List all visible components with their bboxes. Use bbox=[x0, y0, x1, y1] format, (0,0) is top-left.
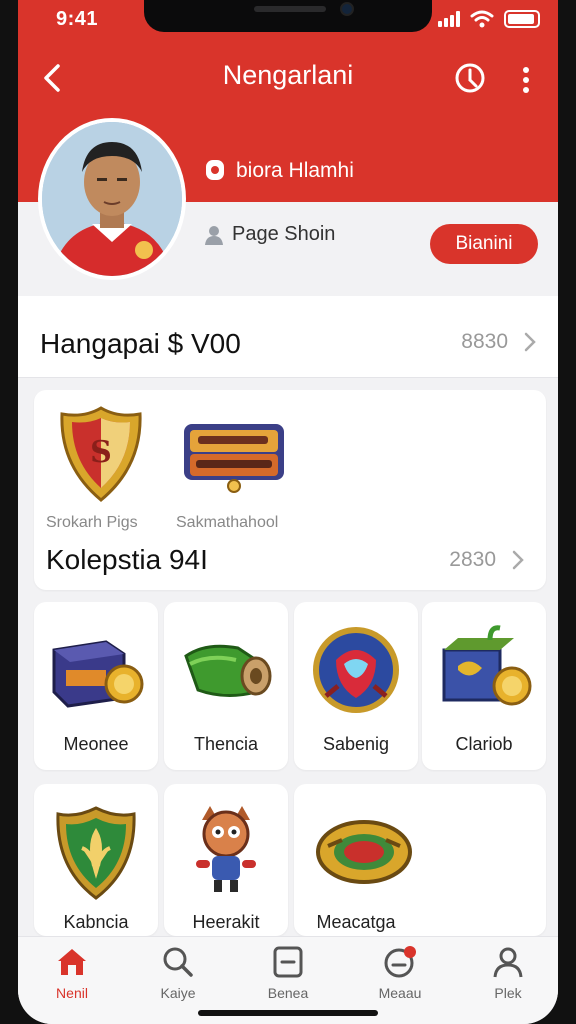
treasure-chest-icon bbox=[52, 640, 144, 708]
tab-label: Meaau bbox=[378, 985, 422, 1001]
grid-item[interactable]: Meacatga bbox=[294, 784, 546, 936]
user-badge-icon bbox=[206, 160, 224, 180]
signal-icon bbox=[438, 11, 460, 27]
shield-badge-icon[interactable]: S bbox=[56, 404, 146, 504]
game-logo-icon[interactable] bbox=[176, 414, 292, 494]
svg-text:S: S bbox=[90, 435, 112, 470]
owner-name: biora Hlamhi bbox=[236, 159, 354, 182]
tab-profile[interactable]: Plek bbox=[468, 945, 548, 1009]
notification-icon bbox=[384, 946, 416, 978]
profile-icon bbox=[493, 947, 523, 978]
phone-frame: 9:41 Nengarlani biora Hlamhi Page Shoin … bbox=[0, 0, 576, 1024]
leaf-shield-icon bbox=[56, 806, 136, 900]
action-button[interactable]: Bianini bbox=[430, 224, 538, 264]
search-icon bbox=[163, 947, 193, 977]
status-icons bbox=[438, 10, 540, 28]
tab-label: Nenil bbox=[56, 985, 88, 1001]
mascot-character-icon bbox=[196, 806, 256, 892]
front-camera bbox=[340, 2, 354, 16]
wifi-icon bbox=[470, 10, 494, 28]
balance-value-group: 8830 bbox=[461, 330, 536, 354]
collection-value-group: 2830 bbox=[449, 548, 524, 572]
subtitle: Page Shoin bbox=[232, 223, 336, 245]
notch bbox=[144, 0, 432, 32]
tab-inbox[interactable]: Benea bbox=[248, 945, 328, 1009]
tab-label: Benea bbox=[267, 985, 309, 1001]
tab-search[interactable]: Kaiye bbox=[138, 945, 218, 1009]
alert-icon[interactable] bbox=[452, 58, 488, 98]
collection-item-label: Sakmathahool bbox=[176, 514, 279, 531]
more-options-icon[interactable] bbox=[514, 60, 538, 100]
avatar[interactable] bbox=[38, 118, 186, 280]
grid-item-label: Kabncia bbox=[63, 912, 129, 932]
collection-card[interactable]: S Srokarh Pigs Sakmathahool Kolepstia 94… bbox=[34, 390, 546, 590]
speaker bbox=[254, 6, 326, 12]
balance-title: Hangapai $ V00 bbox=[40, 328, 241, 359]
green-scroll-icon bbox=[184, 644, 272, 697]
grid-item[interactable]: Kabncia bbox=[34, 784, 158, 936]
status-time: 9:41 bbox=[56, 8, 99, 30]
tab-home[interactable]: Nenil bbox=[32, 945, 112, 1009]
subtitle-row: Page Shoin bbox=[204, 223, 335, 246]
collection-title: Kolepstia 94I bbox=[46, 544, 208, 575]
app-screen: 9:41 Nengarlani biora Hlamhi Page Shoin … bbox=[18, 0, 558, 1024]
emblem-ring-icon bbox=[316, 820, 412, 884]
home-icon bbox=[58, 949, 86, 975]
tab-label: Kaiye bbox=[160, 985, 196, 1001]
collection-value: 2830 bbox=[449, 548, 496, 571]
home-indicator bbox=[198, 1010, 378, 1016]
grid-item[interactable]: Clariob bbox=[422, 602, 546, 770]
inbox-icon bbox=[273, 946, 303, 978]
battery-icon bbox=[504, 10, 540, 28]
balance-row[interactable]: Hangapai $ V00 8830 bbox=[18, 296, 558, 378]
mask-shield-icon bbox=[313, 627, 399, 713]
chevron-right-icon bbox=[524, 332, 536, 352]
tab-label: Plek bbox=[494, 985, 522, 1001]
grid-item-label: Sabenig bbox=[322, 734, 390, 754]
grid-item-label: Meonee bbox=[63, 734, 129, 754]
grid-item[interactable]: Sabenig bbox=[294, 602, 418, 770]
collection-item-label: Srokarh Pigs bbox=[46, 514, 138, 531]
grid-item-label: Clariob bbox=[455, 734, 513, 754]
balance-value: 8830 bbox=[461, 330, 508, 353]
tab-notifications[interactable]: Meaau bbox=[360, 945, 440, 1009]
loot-box-icon bbox=[442, 625, 532, 706]
person-icon bbox=[205, 225, 223, 245]
grid-item[interactable]: Meonee bbox=[34, 602, 158, 770]
grid-item[interactable]: Thencia bbox=[164, 602, 288, 770]
grid-item-label: Meacatga bbox=[316, 912, 396, 932]
chevron-right-icon bbox=[512, 550, 524, 570]
grid-item-label: Thencia bbox=[193, 734, 259, 754]
player-portrait bbox=[42, 122, 182, 276]
owner-row: biora Hlamhi bbox=[204, 158, 354, 184]
